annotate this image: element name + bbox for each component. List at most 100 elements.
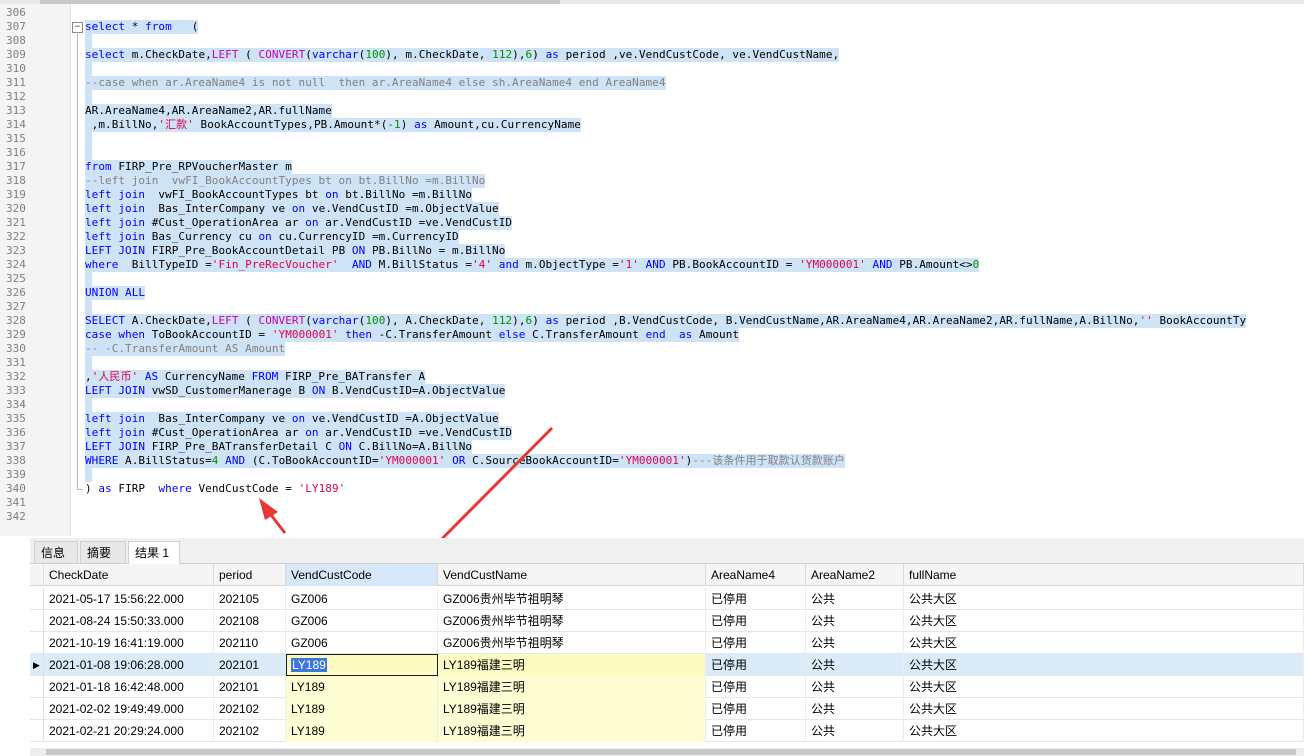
cell-vendcustcode[interactable]: LY189 [286,720,438,742]
cell-vendcustname[interactable]: GZ006贵州毕节祖明琴 [438,610,706,632]
code-line[interactable]: 318 --left join vwFI_BookAccountTypes bt … [0,174,1304,188]
column-header-period[interactable]: period [214,564,286,586]
table-row[interactable]: ▶ 2021-01-08 19:06:28.000 202101 LY189 LY189… [30,654,1304,676]
cell-period[interactable]: 202105 [214,588,286,610]
cell-fullname[interactable]: 公共大区 [904,720,1304,742]
cell-checkdate[interactable]: 2021-08-24 15:50:33.000 [44,610,214,632]
cell-areaname2[interactable]: 公共 [806,720,904,742]
cell-checkdate[interactable]: 2021-10-19 16:41:19.000 [44,632,214,654]
row-indicator[interactable] [30,676,44,698]
cell-areaname2[interactable]: 公共 [806,632,904,654]
table-row[interactable]: 2021-08-24 15:50:33.000 202108 GZ006 GZ006贵… [30,610,1304,632]
cell-vendcustname[interactable]: LY189福建三明 [438,654,706,676]
current-row-indicator[interactable]: ▶ [30,654,44,676]
grid-scroll-thumb[interactable] [46,749,1296,755]
code-line[interactable]: 332 ,'人民币' AS CurrencyName FROM FIRP_Pre_… [0,370,1304,384]
table-row[interactable]: 2021-01-18 16:42:48.000 202101 LY189 LY189福… [30,676,1304,698]
code-line[interactable]: 314 ,m.BillNo,'汇款' BookAccountTypes,PB.A… [0,118,1304,132]
cell-period[interactable]: 202101 [214,654,286,676]
cell-areaname4[interactable]: 已停用 [706,676,806,698]
cell-fullname[interactable]: 公共大区 [904,588,1304,610]
row-indicator[interactable] [30,720,44,742]
row-indicator[interactable] [30,588,44,610]
column-header-areaname2[interactable]: AreaName2 [806,564,904,586]
tab-result-1[interactable]: 结果 1 [128,541,180,564]
code-line[interactable]: 342 [0,510,1304,524]
code-line[interactable]: 308 [0,34,1304,48]
cell-areaname4[interactable]: 已停用 [706,588,806,610]
code-line[interactable]: 329 case when ToBookAccountID = 'YM000001… [0,328,1304,342]
column-header-fullname[interactable]: fullName [904,564,1304,586]
cell-areaname2[interactable]: 公共 [806,610,904,632]
cell-areaname4[interactable]: 已停用 [706,720,806,742]
cell-areaname2[interactable]: 公共 [806,676,904,698]
result-grid[interactable]: CheckDate period VendCustCode VendCustName A… [30,564,1304,756]
code-line[interactable]: 327 [0,300,1304,314]
code-line[interactable]: 316 [0,146,1304,160]
cell-checkdate[interactable]: 2021-05-17 15:56:22.000 [44,588,214,610]
code-line[interactable]: 310 [0,62,1304,76]
code-line[interactable]: 320 left join Bas_InterCompany ve on ve.V… [0,202,1304,216]
cell-vendcustname[interactable]: LY189福建三明 [438,676,706,698]
cell-vendcustcode[interactable]: LY189 [286,654,438,676]
table-row[interactable]: 2021-05-17 15:56:22.000 202105 GZ006 GZ006贵… [30,588,1304,610]
cell-vendcustcode[interactable]: GZ006 [286,632,438,654]
cell-areaname4[interactable]: 已停用 [706,654,806,676]
cell-checkdate[interactable]: 2021-01-18 16:42:48.000 [44,676,214,698]
code-line[interactable]: 340) as FIRP where VendCustCode = 'LY189… [0,482,1304,496]
cell-fullname[interactable]: 公共大区 [904,632,1304,654]
code-line[interactable]: 315 [0,132,1304,146]
code-line[interactable]: 325 [0,272,1304,286]
column-header-checkdate[interactable]: CheckDate [44,564,214,586]
code-line[interactable]: 306 [0,6,1304,20]
row-indicator[interactable] [30,610,44,632]
cell-fullname[interactable]: 公共大区 [904,654,1304,676]
code-line[interactable]: 337 LEFT JOIN FIRP_Pre_BATransferDetail C… [0,440,1304,454]
row-indicator[interactable] [30,632,44,654]
code-line[interactable]: 328 SELECT A.CheckDate,LEFT ( CONVERT(var… [0,314,1304,328]
code-line[interactable]: 334 [0,398,1304,412]
cell-period[interactable]: 202110 [214,632,286,654]
code-line[interactable]: 326 UNION ALL [0,286,1304,300]
cell-areaname2[interactable]: 公共 [806,698,904,720]
code-line[interactable]: 323 LEFT JOIN FIRP_Pre_BookAccountDetail … [0,244,1304,258]
cell-vendcustname[interactable]: LY189福建三明 [438,698,706,720]
row-indicator[interactable] [30,698,44,720]
cell-areaname4[interactable]: 已停用 [706,610,806,632]
code-line[interactable]: 309 select m.CheckDate,LEFT ( CONVERT(var… [0,48,1304,62]
cell-period[interactable]: 202101 [214,676,286,698]
cell-areaname4[interactable]: 已停用 [706,698,806,720]
code-line[interactable]: 317 from FIRP_Pre_RPVoucherMaster m [0,160,1304,174]
code-line[interactable]: 331 [0,356,1304,370]
cell-period[interactable]: 202108 [214,610,286,632]
code-line[interactable]: 322 left join Bas_Currency cu on cu.Curre… [0,230,1304,244]
code-line[interactable]: 339 [0,468,1304,482]
code-line[interactable]: 319 left join vwFI_BookAccountTypes bt on… [0,188,1304,202]
code-line[interactable]: 338 WHERE A.BillStatus=4 AND (C.ToBookAcc… [0,454,1304,468]
code-line[interactable]: 333 LEFT JOIN vwSD_CustomerManerage B ON … [0,384,1304,398]
cell-vendcustcode[interactable]: LY189 [286,676,438,698]
cell-vendcustname[interactable]: LY189福建三明 [438,720,706,742]
code-line[interactable]: 313 AR.AreaName4,AR.AreaName2,AR.fullName [0,104,1304,118]
cell-areaname2[interactable]: 公共 [806,588,904,610]
cell-fullname[interactable]: 公共大区 [904,698,1304,720]
cell-vendcustname[interactable]: GZ006贵州毕节祖明琴 [438,632,706,654]
cell-fullname[interactable]: 公共大区 [904,676,1304,698]
code-line[interactable]: 341 [0,496,1304,510]
table-row[interactable]: 2021-02-21 20:29:24.000 202102 LY189 LY189福… [30,720,1304,742]
cell-period[interactable]: 202102 [214,720,286,742]
tab-summary[interactable]: 摘要 [80,541,126,563]
sql-editor[interactable]: 306 307 select * from (−308 309 select m.Ch… [0,4,1304,536]
code-line[interactable]: 307 select * from ( [0,20,1304,34]
code-line[interactable]: 335 left join Bas_InterCompany ve on ve.V… [0,412,1304,426]
column-header-vendcustname[interactable]: VendCustName [438,564,706,586]
grid-horizontal-scrollbar[interactable] [30,748,1304,756]
cell-checkdate[interactable]: 2021-01-08 19:06:28.000 [44,654,214,676]
column-header-areaname4[interactable]: AreaName4 [706,564,806,586]
code-line[interactable]: 330 -- -C.TransferAmount AS Amount [0,342,1304,356]
cell-fullname[interactable]: 公共大区 [904,610,1304,632]
cell-vendcustname[interactable]: GZ006贵州毕节祖明琴 [438,588,706,610]
column-header-vendcustcode[interactable]: VendCustCode [286,564,438,586]
table-row[interactable]: 2021-10-19 16:41:19.000 202110 GZ006 GZ006贵… [30,632,1304,654]
cell-period[interactable]: 202102 [214,698,286,720]
